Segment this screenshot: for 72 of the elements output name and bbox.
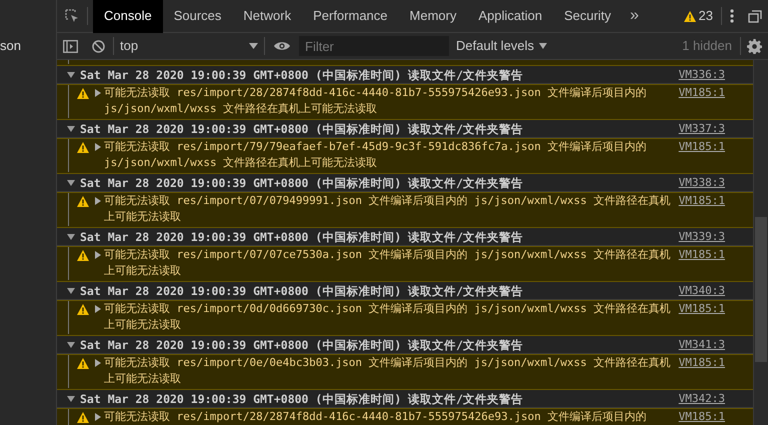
more-tabs-button[interactable]: »: [622, 4, 647, 28]
settings-icon[interactable]: [747, 38, 762, 54]
source-link[interactable]: VM342:3: [678, 391, 725, 407]
panel-tab[interactable]: Memory: [398, 0, 468, 32]
panel-tab[interactable]: Performance: [302, 0, 399, 32]
source-link[interactable]: VM185:1: [678, 355, 725, 371]
log-levels-dropdown[interactable]: Default levels: [456, 36, 548, 56]
warning-message: 可能无法读取 res/import/07/07ce7530a.json 文件编译后项目内的 js/json/wxml/wxss 文件路径在真机上可能无法读取: [104, 247, 672, 279]
warning-icon: [77, 358, 89, 369]
collapse-caret-icon[interactable]: [67, 234, 75, 240]
expand-caret-icon[interactable]: [95, 89, 101, 97]
scrollbar-thumb[interactable]: [755, 217, 767, 362]
more-options-icon[interactable]: [730, 9, 734, 23]
group-title[interactable]: Sat Mar 28 2020 19:00:39 GMT+0800 (中国标准时间) 读取文件/文件夹警告: [80, 282, 673, 300]
panel-tab[interactable]: Security: [553, 0, 622, 32]
group-title[interactable]: Sat Mar 28 2020 19:00:39 GMT+0800 (中国标准时间) 读取文件/文件夹警告: [80, 174, 673, 192]
warning-icon: [77, 142, 89, 153]
source-link[interactable]: VM185:1: [678, 139, 725, 155]
expand-caret-icon[interactable]: [95, 305, 101, 313]
source-link[interactable]: VM185:1: [678, 85, 725, 101]
source-link[interactable]: VM340:3: [678, 283, 725, 299]
warning-icon: [77, 88, 89, 99]
warning-icon: [684, 10, 696, 22]
warning-icon: [77, 250, 89, 261]
collapse-caret-icon[interactable]: [67, 72, 75, 78]
collapse-caret-icon[interactable]: [67, 180, 75, 186]
panel-tab[interactable]: Sources: [162, 0, 232, 32]
expand-caret-icon[interactable]: [95, 197, 101, 205]
source-link[interactable]: VM337:3: [678, 121, 725, 137]
warning-icon: [77, 196, 89, 207]
source-link[interactable]: VM338:3: [678, 175, 725, 191]
group-title[interactable]: Sat Mar 28 2020 19:00:39 GMT+0800 (中国标准时间) 读取文件/文件夹警告: [80, 228, 673, 246]
collapse-caret-icon[interactable]: [67, 126, 75, 132]
warning-message: 可能无法读取 res/import/07/079499991.json 文件编译后项目内的 js/json/wxml/wxss 文件路径在真机上可能无法读取: [104, 193, 672, 225]
expand-caret-icon[interactable]: [95, 251, 101, 259]
panel-tab[interactable]: Application: [467, 0, 554, 32]
panel-text: son: [0, 38, 21, 53]
group-title[interactable]: Sat Mar 28 2020 19:00:39 GMT+0800 (中国标准时间) 读取文件/文件夹警告: [80, 390, 673, 408]
source-link[interactable]: VM185:1: [678, 301, 725, 317]
filter-field[interactable]: Filter: [299, 36, 449, 56]
warning-message: 可能无法读取 res/import/28/2874f8dd-416c-4440-81b7-555975426e93.json 文件编译后项目内的 js/json/wxml/wxss 文件路径在真机上可能无法读取: [104, 85, 648, 117]
warning-message: 可能无法读取 res/import/0d/0d669730c.json 文件编译后项目内的 js/json/wxml/wxss 文件路径在真机上可能无法读取: [104, 301, 672, 333]
source-link[interactable]: VM339:3: [678, 229, 725, 245]
expand-caret-icon[interactable]: [95, 359, 101, 367]
source-link[interactable]: VM185:1: [678, 193, 725, 209]
clear-console-icon[interactable]: [92, 40, 105, 52]
expand-caret-icon[interactable]: [95, 143, 101, 151]
source-link[interactable]: VM185:1: [678, 247, 725, 263]
warning-message: 可能无法读取 res/import/0e/0e4bc3b03.json 文件编译后项目内的 js/json/wxml/wxss 文件路径在真机上可能无法读取: [104, 355, 672, 387]
expand-caret-icon[interactable]: [95, 413, 101, 421]
collapse-caret-icon[interactable]: [67, 288, 75, 294]
warning-message: 可能无法读取 res/import/28/2874f8dd-416c-4440-81b7-555975426e93.json 文件编译后项目内的: [104, 409, 648, 425]
warning-icon: [77, 304, 89, 315]
group-title[interactable]: Sat Mar 28 2020 19:00:39 GMT+0800 (中国标准时间) 读取文件/文件夹警告: [80, 66, 673, 84]
sidebar-toggle-icon[interactable]: [63, 40, 78, 52]
source-link[interactable]: VM341:3: [678, 337, 725, 353]
panel-tab[interactable]: Network: [232, 0, 302, 32]
eye-icon[interactable]: [274, 41, 290, 51]
hidden-count: 1 hidden: [682, 37, 733, 56]
warning-count-badge[interactable]: 23: [684, 6, 721, 26]
source-link[interactable]: VM336:3: [678, 67, 725, 83]
collapse-caret-icon[interactable]: [67, 396, 75, 402]
context-select[interactable]: top: [114, 34, 264, 58]
dropdown-caret-icon: [249, 43, 258, 49]
group-title[interactable]: Sat Mar 28 2020 19:00:39 GMT+0800 (中国标准时间) 读取文件/文件夹警告: [80, 120, 673, 138]
undock-icon[interactable]: [748, 10, 762, 22]
source-link[interactable]: VM185:1: [678, 409, 725, 425]
collapse-caret-icon[interactable]: [67, 342, 75, 348]
group-title[interactable]: Sat Mar 28 2020 19:00:39 GMT+0800 (中国标准时间) 读取文件/文件夹警告: [80, 336, 673, 354]
panel-tab[interactable]: Console: [93, 0, 163, 32]
warning-message: 可能无法读取 res/import/79/79eafaef-b7ef-45d9-9c3f-591dc836fc7a.json 文件编译后项目内的 js/json/wxml/wxss 文件路径在真机上可能无法读取: [104, 139, 648, 171]
dropdown-caret-icon: [539, 43, 548, 49]
